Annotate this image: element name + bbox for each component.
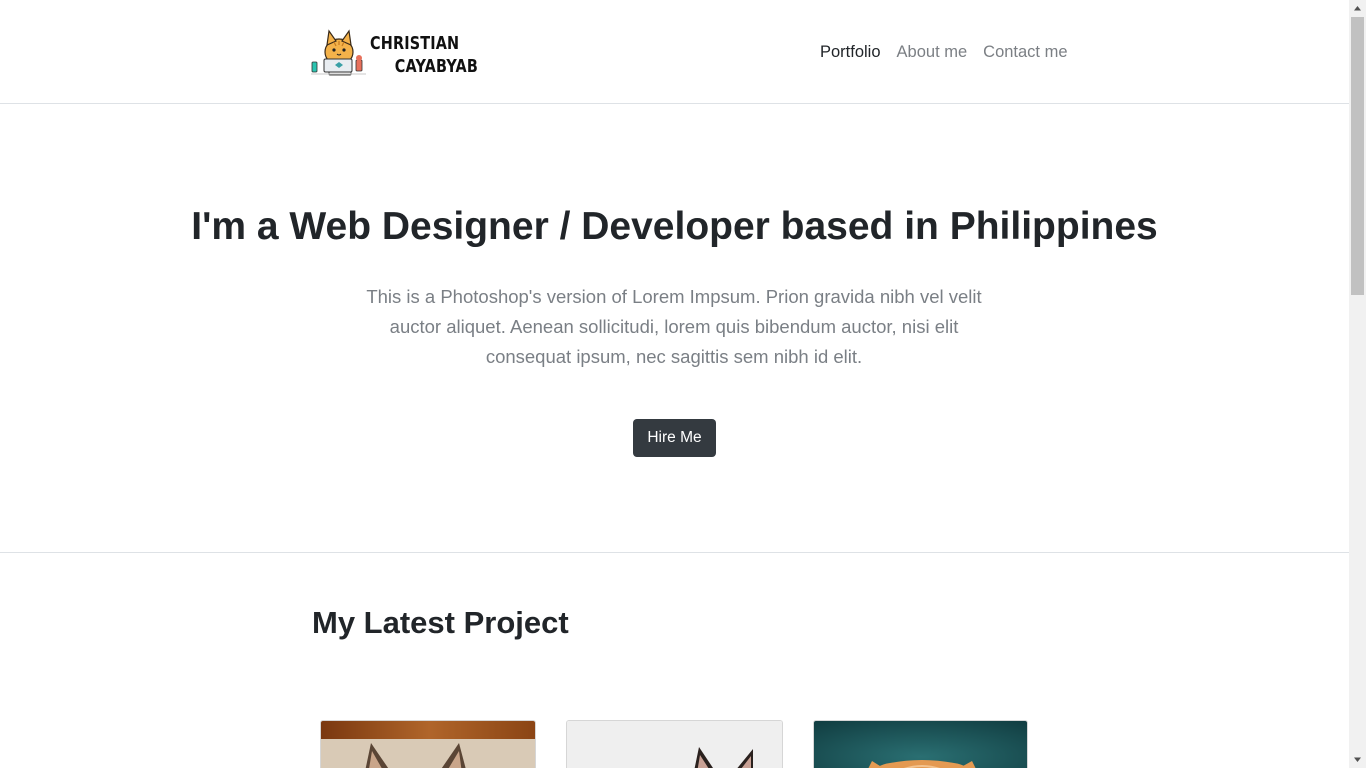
project-card-1[interactable] xyxy=(320,720,536,768)
nav-link-contact-me[interactable]: Contact me xyxy=(983,43,1067,61)
page-scrollbar[interactable] xyxy=(1349,0,1366,768)
cat-mascot-logo xyxy=(311,29,366,76)
brand-link[interactable]: CHRISTIAN CAYABYAB xyxy=(308,26,478,80)
brand-line-2: CAYABYAB xyxy=(394,56,478,77)
navbar: CHRISTIAN CAYABYAB Portfolio About me Co… xyxy=(0,0,1349,104)
hero-lead: This is a Photoshop's version of Lorem I… xyxy=(366,286,982,367)
project-image-cat-3 xyxy=(814,721,1027,768)
main-nav: Portfolio About me Contact me xyxy=(820,42,1068,62)
projects-section: My Latest Project xyxy=(0,553,1349,768)
page: CHRISTIAN CAYABYAB Portfolio About me Co… xyxy=(0,0,1349,768)
brand-line-1: CHRISTIAN xyxy=(370,33,460,54)
nav-link-portfolio[interactable]: Portfolio xyxy=(820,43,881,61)
projects-heading: My Latest Project xyxy=(312,605,569,640)
project-image-cat-2 xyxy=(567,721,782,768)
hero-section: I'm a Web Designer / Developer based in … xyxy=(0,104,1349,553)
project-card-2[interactable] xyxy=(566,720,783,768)
scrollbar-thumb[interactable] xyxy=(1351,17,1364,295)
nav-link-about-me[interactable]: About me xyxy=(897,43,968,61)
hire-me-button[interactable]: Hire Me xyxy=(633,419,716,457)
scroll-up-arrow-icon[interactable] xyxy=(1349,0,1366,17)
brand-name: CHRISTIAN CAYABYAB xyxy=(370,32,478,78)
hero-title: I'm a Web Designer / Developer based in … xyxy=(191,205,1158,248)
scroll-down-arrow-icon[interactable] xyxy=(1349,751,1366,768)
project-card-3[interactable] xyxy=(813,720,1028,768)
project-image-cat-1 xyxy=(321,721,535,768)
